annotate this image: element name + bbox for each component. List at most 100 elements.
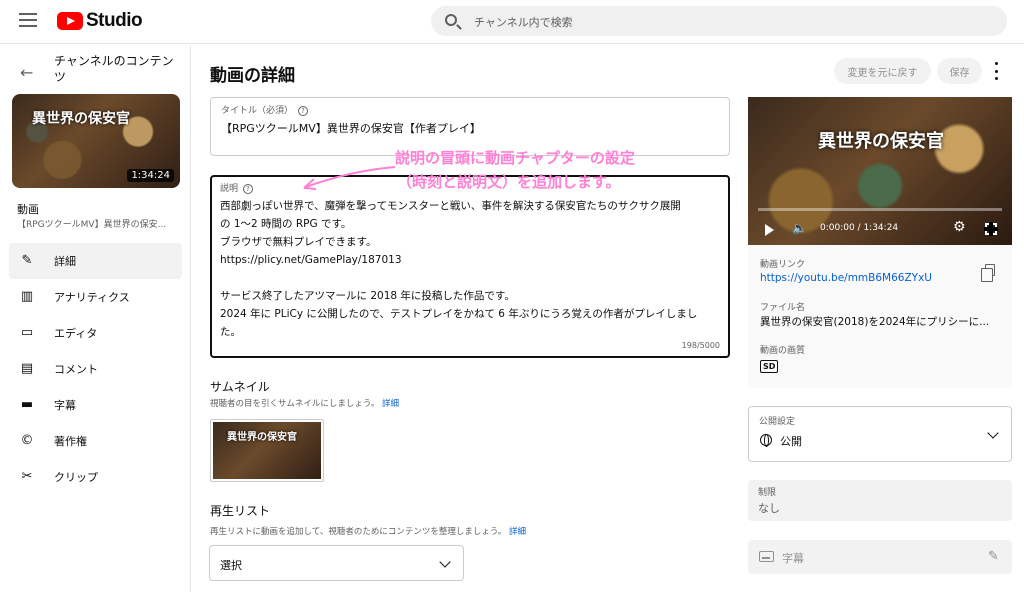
player-title: 異世界の保安官 <box>818 131 944 152</box>
subtitles-icon <box>759 551 774 562</box>
sidebar-item-copyright[interactable]: © 著作権 <box>0 423 191 459</box>
description-text[interactable]: 西部劇っぽい世界で、魔弾を撃ってモンスターと戦い、事件を解決する保安官たちのサク… <box>220 197 720 341</box>
thumbnail-section-subtitle: 視聴者の目を引くサムネイルにしましょう。 詳細 <box>210 399 400 409</box>
sidebar-item-label: アナリティクス <box>54 291 130 304</box>
help-icon[interactable]: ? <box>243 183 254 194</box>
description-line: 西部劇っぽい世界で、魔弾を撃ってモンスターと戦い、事件を解決する保安官たちのサク… <box>220 200 681 212</box>
visibility-label: 公開設定 <box>759 417 796 427</box>
undo-changes-button[interactable]: 変更を元に戻す <box>834 58 931 84</box>
top-bar: Studio チャンネル内で検索 <box>0 0 1024 44</box>
analytics-icon: ▥ <box>20 289 34 304</box>
title-value[interactable]: 【RPGツクールMV】異世界の保安官【作者プレイ】 <box>221 120 481 136</box>
gear-icon[interactable]: ⚙ <box>953 219 966 235</box>
sidebar-item-details[interactable]: ✎ 詳細 <box>9 243 182 279</box>
copy-icon[interactable] <box>981 264 995 282</box>
annotation-line-2: （時刻と説明文）を追加します。 <box>397 173 621 191</box>
video-duration: 1:34:24 <box>127 169 174 182</box>
playlist-select[interactable]: 選択 <box>209 545 464 581</box>
video-link[interactable]: https://youtu.be/mmB6M66ZYxU <box>760 272 932 284</box>
save-button[interactable]: 保存 <box>937 58 982 84</box>
play-icon[interactable] <box>765 224 774 236</box>
thumbnail-section-title: サムネイル <box>210 380 270 394</box>
sidebar-item-comments[interactable]: ▤ コメント <box>0 351 191 387</box>
chevron-down-icon <box>439 556 451 568</box>
pencil-icon: ✎ <box>21 253 33 268</box>
menu-icon[interactable] <box>19 13 37 27</box>
playlist-select-value: 選択 <box>220 559 242 572</box>
sidebar-item-analytics[interactable]: ▥ アナリティクス <box>0 279 191 315</box>
sidebar-item-clips[interactable]: ✂ クリップ <box>0 459 191 495</box>
sidebar-item-label: コメント <box>54 363 98 376</box>
search-placeholder: チャンネル内で検索 <box>474 16 573 29</box>
playlist-section-title: 再生リスト <box>210 504 271 518</box>
studio-logo[interactable]: Studio <box>57 10 143 32</box>
sidebar-item-label: 字幕 <box>54 399 76 412</box>
file-name-label: ファイル名 <box>760 303 806 313</box>
subtitles-field[interactable]: 字幕 ✎ <box>748 540 1012 574</box>
scissors-icon: ✂ <box>21 469 33 484</box>
video-link-label: 動画リンク <box>760 260 806 270</box>
video-label: 動画 <box>17 203 39 216</box>
sidebar-item-label: クリップ <box>54 471 98 484</box>
comment-icon: ▤ <box>20 361 34 376</box>
sidebar-item-label: エディタ <box>54 327 98 340</box>
description-line: サービス終了したアツマールに 2018 年に投稿した作品です。 <box>220 290 515 302</box>
editor-icon: ▭ <box>20 325 34 340</box>
sidebar-item-label: 詳細 <box>54 255 76 268</box>
search-icon[interactable] <box>445 14 457 26</box>
annotation-arrow-icon <box>303 166 396 190</box>
playlist-section-subtitle: 再生リストに動画を追加して、視聴者のためにコンテンツを整理しましょう。 詳細 <box>210 527 527 537</box>
pencil-icon[interactable]: ✎ <box>988 549 999 564</box>
fullscreen-icon[interactable] <box>984 222 998 236</box>
video-info-panel: 動画リンク https://youtu.be/mmB6M66ZYxU ファイル名… <box>748 245 1012 388</box>
thumbnail-image: 異世界の保安官 <box>213 422 321 479</box>
help-icon[interactable]: ? <box>298 105 309 116</box>
thumbnail-details-link[interactable]: 詳細 <box>382 399 399 409</box>
description-line <box>220 269 720 287</box>
sd-badge: SD <box>760 360 779 373</box>
video-quality-label: 動画の画質 <box>760 346 806 356</box>
visibility-select[interactable]: 公開設定 公開 <box>748 406 1012 462</box>
description-label: 説明? <box>220 181 254 194</box>
video-thumbnail[interactable]: 異世界の保安官 1:34:24 <box>12 94 180 188</box>
restrictions-label: 制限 <box>758 488 777 498</box>
thumbnail-title: 異世界の保安官 <box>32 111 130 127</box>
sidebar-nav: ✎ 詳細 ▥ アナリティクス ▭ エディタ ▤ コメント ▬ 字幕 © 著作権 … <box>0 243 191 495</box>
progress-bar[interactable] <box>758 208 1002 211</box>
restrictions-field: 制限 なし <box>748 480 1012 521</box>
sidebar-item-label: 著作権 <box>54 435 87 448</box>
annotation-line-1: 説明の冒頭に動画チャプターの設定 <box>395 149 635 167</box>
description-line: の 1〜2 時間の RPG です。 <box>220 218 352 230</box>
back-arrow-icon[interactable]: ← <box>20 63 33 82</box>
title-field-label: タイトル（必須）? <box>221 103 309 116</box>
playlist-details-link[interactable]: 詳細 <box>509 527 526 537</box>
sidebar-item-subtitles[interactable]: ▬ 字幕 <box>0 387 191 423</box>
globe-icon <box>760 434 772 447</box>
description-line: 2024 年に PLiCy に公開したので、テストプレイをかねて 6 年ぶりにう… <box>220 308 698 320</box>
logo-text: Studio <box>86 10 143 31</box>
page-title: 動画の詳細 <box>210 66 295 86</box>
video-name: 【RPGツクールMV】異世界の保安... <box>17 220 167 230</box>
copyright-icon: © <box>20 433 34 448</box>
description-line: ブラウザで無料プレイできます。 <box>220 236 377 248</box>
video-player[interactable]: 異世界の保安官 🔈 0:00:00 / 1:34:24 ⚙ <box>748 97 1012 245</box>
character-count: 198/5000 <box>681 341 720 350</box>
sidebar-item-editor[interactable]: ▭ エディタ <box>0 315 191 351</box>
search-input[interactable]: チャンネル内で検索 <box>431 6 1007 36</box>
file-name: 異世界の保安官(2018)を2024年にプリシーに... <box>760 316 990 328</box>
more-options-icon[interactable] <box>993 62 999 80</box>
thumbnail-option[interactable]: 異世界の保安官 <box>210 419 324 482</box>
annotation-text: 説明の冒頭に動画チャプターの設定 （時刻と説明文）を追加します。 <box>395 146 635 194</box>
thumbnail-image-title: 異世界の保安官 <box>227 432 297 443</box>
sidebar: ← チャンネルのコンテンツ 異世界の保安官 1:34:24 動画 【RPGツクー… <box>0 45 191 592</box>
visibility-value: 公開 <box>780 435 802 448</box>
description-field[interactable]: 説明? 西部劇っぽい世界で、魔弾を撃ってモンスターと戦い、事件を解決する保安官た… <box>210 175 730 358</box>
subtitles-icon: ▬ <box>20 397 34 412</box>
subtitles-label: 字幕 <box>782 552 804 565</box>
time-display: 0:00:00 / 1:34:24 <box>820 223 899 233</box>
chevron-down-icon <box>987 427 999 439</box>
restrictions-value: なし <box>758 502 780 515</box>
volume-icon[interactable]: 🔈 <box>792 221 807 235</box>
description-line: https://plicy.net/GamePlay/187013 <box>220 254 402 266</box>
description-line: た。 <box>220 326 241 338</box>
